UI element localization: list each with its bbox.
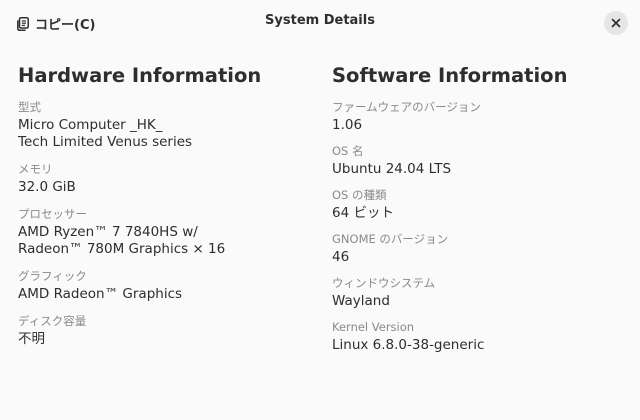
field-value: 1.06: [332, 117, 622, 134]
field-label: グラフィック: [18, 269, 87, 283]
field-value: Micro Computer _HK_ Tech Limited Venus se…: [18, 117, 308, 151]
system-details-window: コピー(C) System Details Hardware Informati…: [0, 0, 640, 420]
info-field: OS の種類 64 ビット: [332, 188, 622, 222]
field-label: GNOME のバージョン: [332, 232, 449, 246]
field-value-line: 46: [332, 249, 350, 265]
info-field: プロセッサー AMD Ryzen™ 7 7840HS w/Radeon™ 780M…: [18, 207, 308, 258]
info-field: ファームウェアのバージョン 1.06: [332, 100, 622, 134]
hardware-fields: 型式 Micro Computer _HK_ Tech Limited Venus …: [18, 100, 308, 348]
field-value-line: 64 ビット: [332, 205, 394, 221]
field-value: Ubuntu 24.04 LTS: [332, 161, 622, 178]
field-value-line: AMD Ryzen™ 7 7840HS w/: [18, 224, 198, 240]
field-label: ディスク容量: [18, 314, 87, 328]
field-value: 不明: [18, 331, 308, 348]
field-label: メモリ: [18, 162, 53, 176]
field-value: Linux 6.8.0-38-generic: [332, 337, 622, 354]
field-label: プロセッサー: [18, 207, 87, 221]
copy-button-label: コピー(C): [35, 17, 96, 33]
field-value-line: Tech Limited Venus series: [18, 134, 193, 150]
info-field: グラフィック AMD Radeon™ Graphics: [18, 269, 308, 303]
field-value: Wayland: [332, 293, 622, 310]
copy-button[interactable]: コピー(C): [10, 9, 101, 37]
field-value-line: Micro Computer _HK_: [18, 117, 163, 133]
close-button[interactable]: [604, 11, 628, 35]
info-field: 型式 Micro Computer _HK_ Tech Limited Venus …: [18, 100, 308, 151]
copy-icon: [16, 16, 30, 31]
field-label: 型式: [18, 100, 41, 114]
field-value: 46: [332, 249, 622, 266]
field-label: OS 名: [332, 144, 364, 158]
field-value-line: Linux 6.8.0-38-generic: [332, 337, 485, 353]
field-value-line: 1.06: [332, 117, 363, 133]
field-value-line: Radeon™ 780M Graphics × 16: [18, 241, 226, 257]
field-value: 32.0 GiB: [18, 179, 308, 196]
field-value: 64 ビット: [332, 205, 622, 222]
field-value: AMD Radeon™ Graphics: [18, 286, 308, 303]
field-label: OS の種類: [332, 188, 387, 202]
field-value-line: 不明: [18, 331, 45, 347]
field-value: AMD Ryzen™ 7 7840HS w/Radeon™ 780M Graph…: [18, 224, 308, 258]
hardware-section-title: Hardware Information: [18, 64, 262, 87]
info-field: Kernel Version Linux 6.8.0-38-generic: [332, 320, 622, 354]
info-field: GNOME のバージョン 46: [332, 232, 622, 266]
info-field: OS 名 Ubuntu 24.04 LTS: [332, 144, 622, 178]
software-section-title: Software Information: [332, 64, 568, 87]
hardware-section: Hardware Information 型式 Micro Computer _H…: [18, 64, 308, 359]
software-section: Software Information ファームウェアのバージョン 1.06 OS…: [332, 64, 622, 364]
software-fields: ファームウェアのバージョン 1.06 OS 名 Ubuntu 24.04 LTS OS …: [332, 100, 622, 354]
field-value-line: Wayland: [332, 293, 390, 309]
info-field: ウィンドウシステム Wayland: [332, 276, 622, 310]
info-field: メモリ 32.0 GiB: [18, 162, 308, 196]
info-field: ディスク容量 不明: [18, 314, 308, 348]
field-label: ファームウェアのバージョン: [332, 100, 481, 114]
field-label: Kernel Version: [332, 320, 415, 334]
field-value-line: 32.0 GiB: [18, 179, 76, 195]
field-label: ウィンドウシステム: [332, 276, 436, 290]
field-value-line: AMD Radeon™ Graphics: [18, 286, 183, 302]
close-icon: [611, 18, 621, 28]
field-value-line: Ubuntu 24.04 LTS: [332, 161, 452, 177]
header-bar: コピー(C) System Details: [0, 0, 640, 46]
